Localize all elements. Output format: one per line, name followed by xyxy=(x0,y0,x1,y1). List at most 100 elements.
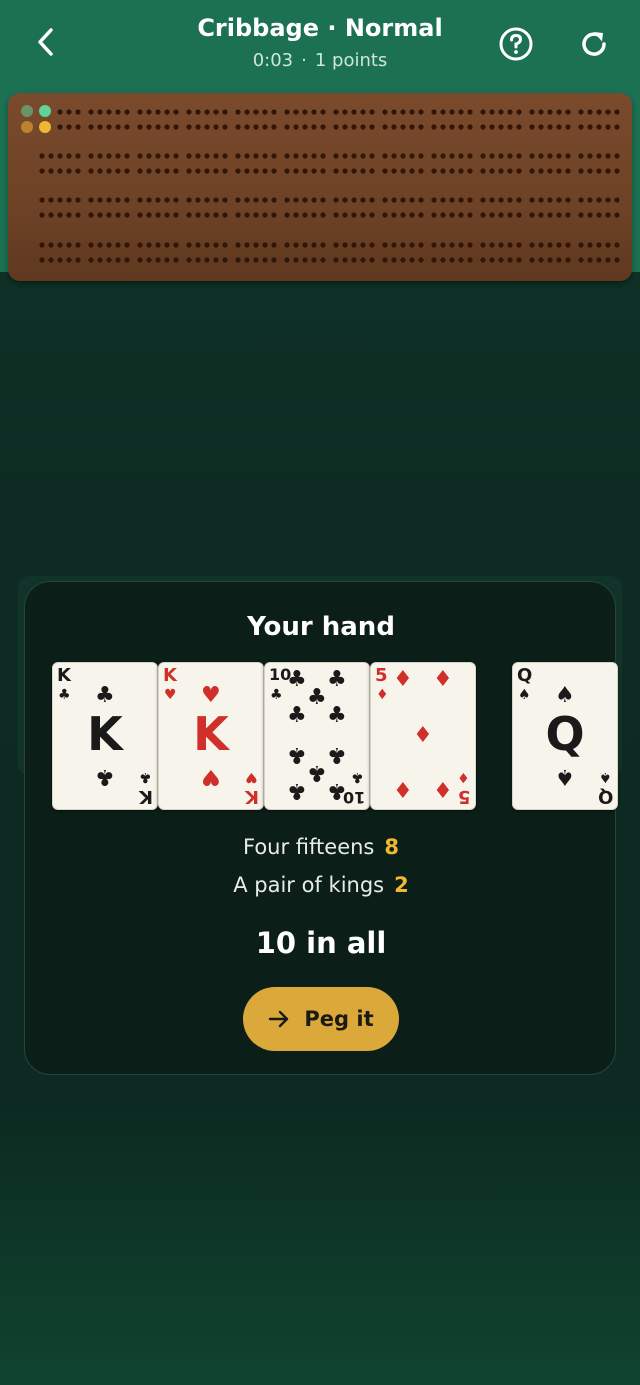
peg-hole xyxy=(400,212,406,218)
peg-hole xyxy=(88,124,94,130)
peg-hole xyxy=(556,124,562,130)
peg-hole xyxy=(320,257,326,263)
peg-it-button[interactable]: Peg it xyxy=(243,987,399,1051)
peg-hole xyxy=(538,242,544,248)
peg-hole xyxy=(124,242,130,248)
peg-hole xyxy=(302,212,308,218)
peg-hole xyxy=(507,153,513,159)
peg-hole xyxy=(333,124,339,130)
peg-hole xyxy=(587,168,593,174)
peg-hole xyxy=(213,212,219,218)
peg-hole xyxy=(605,197,611,203)
peg-hole xyxy=(391,197,397,203)
peg-hole xyxy=(360,257,366,263)
peg-hole xyxy=(262,257,268,263)
peg-hole xyxy=(516,124,522,130)
peg-hole xyxy=(88,168,94,174)
peg-hole xyxy=(369,257,375,263)
club-icon: ♣ xyxy=(287,667,307,692)
hand-card-1[interactable]: K ♣ ♣ K ♣ ♣ K xyxy=(52,662,158,810)
hand-card-2[interactable]: K ♥ ♥ K ♥ ♥ K xyxy=(158,662,264,810)
diamond-icon: ♦ xyxy=(433,779,453,804)
peg-hole xyxy=(155,168,161,174)
peg-hole xyxy=(235,257,241,263)
peg-hole xyxy=(244,109,250,115)
peg-hole xyxy=(538,153,544,159)
hand-card-4[interactable]: 5 ♦ ♦ ♦ ♦ ♦ ♦ ♦ 5 xyxy=(370,662,476,810)
peg-hole xyxy=(293,153,299,159)
peg-hole xyxy=(382,197,388,203)
peg-hole xyxy=(605,124,611,130)
peg-hole xyxy=(213,168,219,174)
peg-hole xyxy=(222,257,228,263)
peg-hole xyxy=(418,257,424,263)
score-points: 2 xyxy=(394,873,409,897)
peg xyxy=(39,105,51,117)
peg xyxy=(21,105,33,117)
peg-hole xyxy=(213,109,219,115)
peg-hole xyxy=(146,124,152,130)
peg-hole xyxy=(39,242,45,248)
peg-hole xyxy=(614,168,620,174)
peg-hole xyxy=(39,153,45,159)
peg-hole xyxy=(587,124,593,130)
peg-hole xyxy=(195,124,201,130)
hand-card-3[interactable]: 10 ♣ ♣ ♣ ♣ ♣ ♣ ♣ ♣ ♣ ♣ ♣ ♣ 10 xyxy=(264,662,370,810)
peg-hole xyxy=(146,153,152,159)
peg-hole xyxy=(538,168,544,174)
peg-hole xyxy=(565,197,571,203)
peg-hole xyxy=(578,257,584,263)
peg-hole xyxy=(204,212,210,218)
spade-icon: ♠ xyxy=(518,687,531,703)
starter-card[interactable]: Q ♠ ♠ Q ♠ ♠ Q xyxy=(512,662,618,810)
peg-hole xyxy=(458,168,464,174)
peg-hole xyxy=(106,124,112,130)
peg-hole xyxy=(418,212,424,218)
peg-hole xyxy=(115,197,121,203)
peg-hole xyxy=(605,212,611,218)
peg-hole xyxy=(204,257,210,263)
peg-hole xyxy=(57,257,63,263)
peg-hole xyxy=(440,197,446,203)
peg-hole xyxy=(155,197,161,203)
peg-hole xyxy=(88,242,94,248)
peg-hole xyxy=(164,153,170,159)
peg-hole xyxy=(195,197,201,203)
peg-hole xyxy=(244,168,250,174)
peg-hole xyxy=(66,242,72,248)
restart-button[interactable] xyxy=(574,24,614,64)
peg-hole xyxy=(565,153,571,159)
score-breakdown: Four fifteens 8 A pair of kings 2 xyxy=(25,832,617,908)
peg-hole xyxy=(467,257,473,263)
help-button[interactable] xyxy=(496,24,536,64)
peg-hole xyxy=(529,124,535,130)
peg-hole xyxy=(440,242,446,248)
peg-hole xyxy=(449,153,455,159)
peg-hole xyxy=(489,168,495,174)
peg-hole xyxy=(342,197,348,203)
peg-hole xyxy=(284,109,290,115)
peg-hole xyxy=(164,124,170,130)
peg-hole xyxy=(75,257,81,263)
peg-hole xyxy=(302,242,308,248)
club-icon: ♣ xyxy=(307,685,327,710)
peg-hole xyxy=(39,212,45,218)
card-rank: K xyxy=(139,786,153,807)
diamond-icon: ♦ xyxy=(457,769,470,785)
peg-hole xyxy=(146,168,152,174)
peg-hole xyxy=(458,109,464,115)
peg-hole xyxy=(578,109,584,115)
peg-hole xyxy=(369,242,375,248)
peg-hole xyxy=(48,153,54,159)
peg-hole xyxy=(507,168,513,174)
peg-hole xyxy=(431,153,437,159)
peg-hole xyxy=(262,124,268,130)
peg-hole xyxy=(578,168,584,174)
peg-hole xyxy=(284,124,290,130)
peg-hole xyxy=(587,257,593,263)
card-rank: 10 xyxy=(342,788,365,807)
card-rank: K xyxy=(57,665,71,686)
peg-hole xyxy=(409,242,415,248)
peg-hole xyxy=(409,168,415,174)
peg-hole xyxy=(480,124,486,130)
